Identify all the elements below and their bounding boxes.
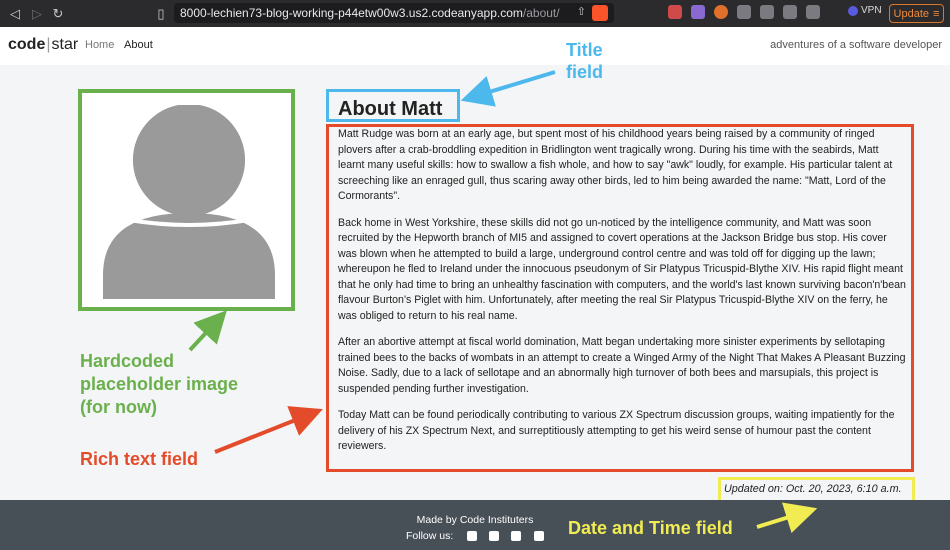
image-arrow — [188, 310, 227, 352]
placeholder-image-frame — [78, 89, 295, 311]
share-icon[interactable]: ⇧ — [577, 5, 586, 21]
address-bar[interactable]: 8000-lechien73-blog-working-p44etw00w3.u… — [174, 3, 614, 23]
annotation-line: field — [566, 62, 604, 82]
extension-icon[interactable] — [668, 5, 682, 19]
sidebar-icon[interactable] — [783, 5, 797, 19]
vpn-button[interactable]: VPN — [848, 5, 882, 16]
extension-icon[interactable] — [691, 5, 705, 19]
url-host: 8000-lechien73-blog-working-p44etw00w3.u… — [180, 6, 523, 20]
avatar-placeholder-icon — [103, 105, 275, 299]
image-field-annotation: Hardcoded placeholder image (for now) — [80, 350, 238, 419]
wallet-icon[interactable] — [806, 5, 820, 19]
brand-code: code — [8, 36, 46, 53]
youtube-icon[interactable] — [534, 531, 544, 541]
reload-icon[interactable]: ↻ — [49, 6, 67, 22]
page-title: About Matt — [338, 98, 443, 120]
twitter-icon[interactable] — [489, 531, 499, 541]
annotation-line: placeholder image — [80, 374, 239, 394]
bookmark-icon[interactable]: ▯ — [152, 6, 170, 22]
date-field-annotation: Date and Time field — [568, 518, 733, 538]
facebook-icon[interactable] — [467, 531, 477, 541]
extension-icon[interactable] — [737, 5, 751, 19]
instagram-icon[interactable] — [511, 531, 521, 541]
about-paragraph: Back home in West Yorkshire, these skill… — [338, 216, 906, 322]
about-paragraph: Today Matt can be found periodically con… — [338, 409, 895, 452]
site-navbar: code|star Home About adventures of a sof… — [0, 27, 950, 65]
puzzle-icon[interactable] — [760, 5, 774, 19]
rich-text-arrow — [214, 406, 323, 454]
site-footer: Made by Code Instituters Follow us: — [0, 500, 950, 550]
rich-text-annotation: Rich text field — [80, 449, 199, 469]
extensions-area — [668, 5, 820, 19]
about-paragraph: After an abortive attempt at fiscal worl… — [338, 336, 906, 395]
brand-star: star — [51, 36, 79, 53]
about-content: Matt Rudge was born at an early age, but… — [338, 127, 906, 466]
menu-icon: ≡ — [933, 7, 940, 20]
brave-shield-icon[interactable] — [592, 5, 608, 21]
annotation-line: Hardcoded — [80, 351, 175, 371]
site-logo[interactable]: code|star — [8, 36, 78, 54]
annotation-line: Title — [566, 40, 603, 60]
annotation-line: (for now) — [80, 397, 157, 417]
browser-toolbar: ◁ ▷ ↻ ▯ 8000-lechien73-blog-working-p44e… — [0, 0, 950, 27]
url-path: /about/ — [522, 6, 560, 20]
url-text: 8000-lechien73-blog-working-p44etw00w3.u… — [180, 6, 560, 20]
nav-about-link[interactable]: About — [124, 39, 153, 51]
update-label: Update — [893, 7, 930, 20]
follow-us-label: Follow us: — [406, 530, 454, 542]
site-tagline: adventures of a software developer — [770, 39, 942, 51]
updated-date: Updated on: Oct. 20, 2023, 6:10 a.m. — [724, 483, 902, 495]
vpn-label: VPN — [861, 5, 882, 16]
forward-icon[interactable]: ▷ — [28, 6, 46, 22]
update-button[interactable]: Update ≡ — [889, 4, 944, 23]
title-arrow — [460, 70, 556, 107]
nav-home-link[interactable]: Home — [85, 39, 114, 51]
vpn-icon — [848, 5, 858, 16]
brand-separator: | — [46, 36, 51, 53]
back-icon[interactable]: ◁ — [6, 6, 24, 22]
about-paragraph: Matt Rudge was born at an early age, but… — [338, 128, 893, 202]
footer-credit: Made by Code Instituters — [416, 514, 534, 526]
extension-icon[interactable] — [714, 5, 728, 19]
title-field-annotation: Title field — [566, 39, 603, 83]
